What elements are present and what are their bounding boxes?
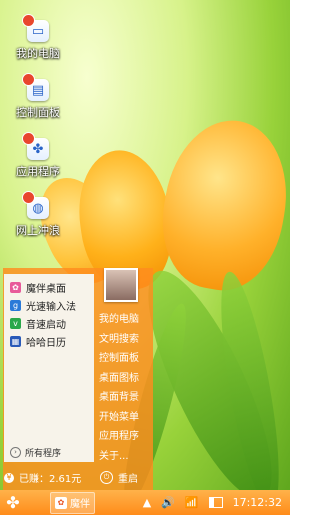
volume-icon[interactable]: 🔊 — [161, 496, 175, 509]
menu-item-apps[interactable]: 应用程序 — [99, 427, 154, 447]
mobang-icon: ✿ — [10, 281, 21, 293]
app-item-calendar[interactable]: ▦ 哈哈日历 — [4, 332, 94, 350]
app-label: 魔伴桌面 — [26, 283, 66, 295]
clover-icon: ✤ — [6, 493, 20, 512]
start-menu-app-list: ✿ 魔伴桌面 g 光速输入法 v 音速启动 ▦ 哈哈日历 — [4, 274, 94, 462]
desktop-icon-label: 网上冲浪 — [16, 224, 60, 237]
app-label: 光速输入法 — [26, 301, 76, 313]
earnings-label: 已赚：2.61元 — [19, 474, 82, 485]
app-label: 哈哈日历 — [26, 337, 66, 349]
calendar-icon: ▦ — [10, 335, 21, 347]
all-programs-label: 所有程序 — [25, 448, 62, 459]
mobang-icon: ✿ — [55, 496, 67, 509]
taskbar: ✤ ✿ 魔伴 ▲ 🔊 📶 17:12:32 — [0, 490, 290, 515]
menu-item-desktop-background[interactable]: 桌面背景 — [99, 388, 154, 408]
taskbar-item-mobang[interactable]: ✿ 魔伴 — [50, 491, 95, 514]
menu-item-desktop-icons[interactable]: 桌面图标 — [99, 369, 154, 389]
power-icon: ⏻ — [100, 471, 113, 484]
restart-button[interactable]: ⏻ 重启 — [100, 470, 138, 485]
desktop-icon-label: 控制面板 — [16, 106, 60, 119]
launcher-icon: v — [10, 317, 21, 329]
input-method-icon: g — [10, 299, 21, 311]
earnings-status: ¥ 已赚：2.61元 — [4, 470, 81, 485]
desktop-icon-control-panel[interactable]: ▤ 控制面板 — [3, 73, 73, 120]
all-programs-button[interactable]: › 所有程序 — [4, 444, 94, 460]
computer-icon: ▭ — [22, 14, 49, 42]
desktop-icon-my-computer[interactable]: ▭ 我的电脑 — [3, 14, 73, 61]
arrow-right-icon: › — [10, 446, 21, 458]
desktop-icon-label: 应用程序 — [16, 165, 60, 178]
clock[interactable]: 17:12:32 — [233, 496, 282, 509]
menu-item-start-menu[interactable]: 开始菜单 — [99, 408, 154, 428]
apps-icon: ✤ — [22, 132, 49, 160]
globe-icon: ◍ — [22, 191, 49, 219]
tray-expand-icon[interactable]: ▲ — [143, 496, 151, 509]
app-item-input-method[interactable]: g 光速输入法 — [4, 296, 94, 314]
wifi-icon[interactable]: 📶 — [185, 496, 199, 509]
restart-label: 重启 — [118, 474, 138, 485]
desktop-icon-label: 我的电脑 — [16, 47, 60, 60]
taskbar-item-label: 魔伴 — [70, 499, 90, 510]
money-icon: ¥ — [4, 472, 14, 483]
start-button[interactable]: ✤ — [0, 490, 26, 515]
app-label: 音速启动 — [26, 319, 66, 331]
control-panel-icon: ▤ — [22, 73, 49, 101]
system-tray: ▲ 🔊 📶 17:12:32 — [133, 490, 290, 515]
desktop-icon-web-surf[interactable]: ◍ 网上冲浪 — [3, 191, 73, 238]
menu-item-about[interactable]: 关于... — [99, 447, 154, 467]
app-item-launcher[interactable]: v 音速启动 — [4, 314, 94, 332]
app-item-mobang[interactable]: ✿ 魔伴桌面 — [4, 278, 94, 296]
battery-icon[interactable] — [208, 497, 223, 508]
menu-item-search[interactable]: 文明搜索 — [99, 330, 154, 350]
start-menu-right-list: 我的电脑 文明搜索 控制面板 桌面图标 桌面背景 开始菜单 应用程序 关于... — [99, 310, 154, 466]
desktop-icon-apps[interactable]: ✤ 应用程序 — [3, 132, 73, 179]
menu-item-control-panel[interactable]: 控制面板 — [99, 349, 154, 369]
user-avatar[interactable] — [104, 268, 138, 302]
flower-right — [151, 110, 290, 300]
menu-item-my-computer[interactable]: 我的电脑 — [99, 310, 154, 330]
